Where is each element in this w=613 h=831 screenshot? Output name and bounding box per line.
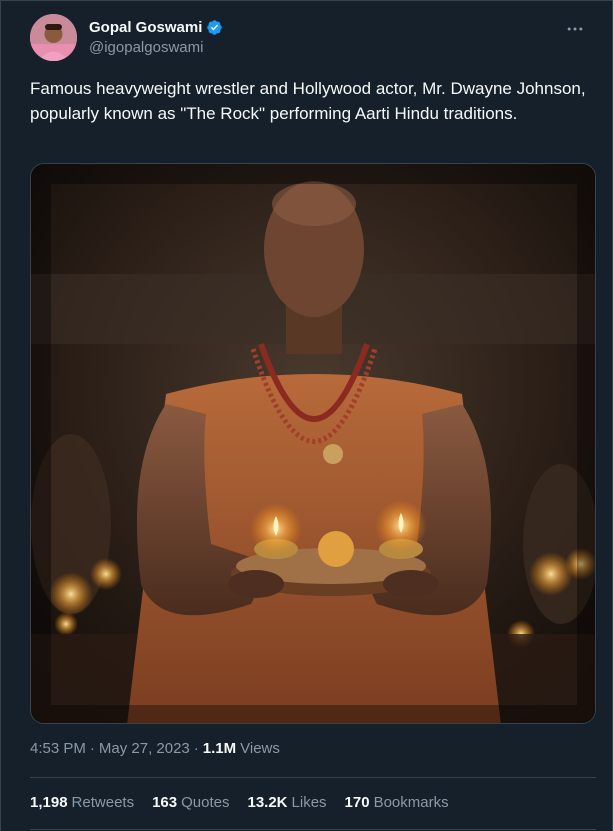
quotes-count: 163 bbox=[152, 794, 178, 811]
tweet-time[interactable]: 4:53 PM bbox=[30, 740, 86, 757]
quotes-label: Quotes bbox=[181, 794, 230, 811]
divider bbox=[30, 829, 596, 830]
author-handle[interactable]: @igopalgoswami bbox=[89, 39, 223, 56]
author-display-name[interactable]: Gopal Goswami bbox=[89, 19, 202, 36]
quotes-stat[interactable]: 163 Quotes bbox=[152, 794, 229, 811]
meta-separator: · bbox=[89, 740, 95, 757]
tweet-photo bbox=[31, 164, 595, 723]
more-options-icon[interactable] bbox=[562, 16, 588, 42]
likes-stat[interactable]: 13.2K Likes bbox=[247, 794, 326, 811]
avatar-image bbox=[30, 14, 77, 61]
views-label: Views bbox=[240, 740, 280, 757]
divider bbox=[30, 777, 596, 778]
likes-label: Likes bbox=[291, 794, 327, 811]
avatar[interactable] bbox=[30, 14, 77, 61]
bookmarks-label: Bookmarks bbox=[373, 794, 449, 811]
tweet-text: Famous heavyweight wrestler and Hollywoo… bbox=[30, 79, 586, 123]
retweets-stat[interactable]: 1,198 Retweets bbox=[30, 794, 134, 811]
verified-badge-icon bbox=[206, 19, 223, 36]
tweet-stats: 1,198 Retweets 163 Quotes 13.2K Likes 17… bbox=[30, 794, 449, 811]
author-names: Gopal Goswami @igopalgoswami bbox=[89, 17, 223, 56]
bookmarks-stat[interactable]: 170 Bookmarks bbox=[345, 794, 449, 811]
retweets-label: Retweets bbox=[71, 794, 135, 811]
tweet-card: Gopal Goswami @igopalgoswami Famous heav… bbox=[0, 0, 613, 831]
likes-count: 13.2K bbox=[247, 794, 288, 811]
tweet-media-image[interactable] bbox=[30, 163, 596, 724]
bookmarks-count: 170 bbox=[344, 794, 370, 811]
meta-separator: · bbox=[193, 740, 199, 757]
tweet-header: Gopal Goswami @igopalgoswami bbox=[30, 14, 590, 64]
tweet-date[interactable]: May 27, 2023 bbox=[99, 740, 190, 757]
tweet-meta: 4:53 PM · May 27, 2023 · 1.1M Views bbox=[30, 740, 280, 757]
views-count: 1.1M bbox=[202, 740, 237, 757]
retweets-count: 1,198 bbox=[30, 794, 68, 811]
display-name-row: Gopal Goswami bbox=[89, 17, 223, 37]
